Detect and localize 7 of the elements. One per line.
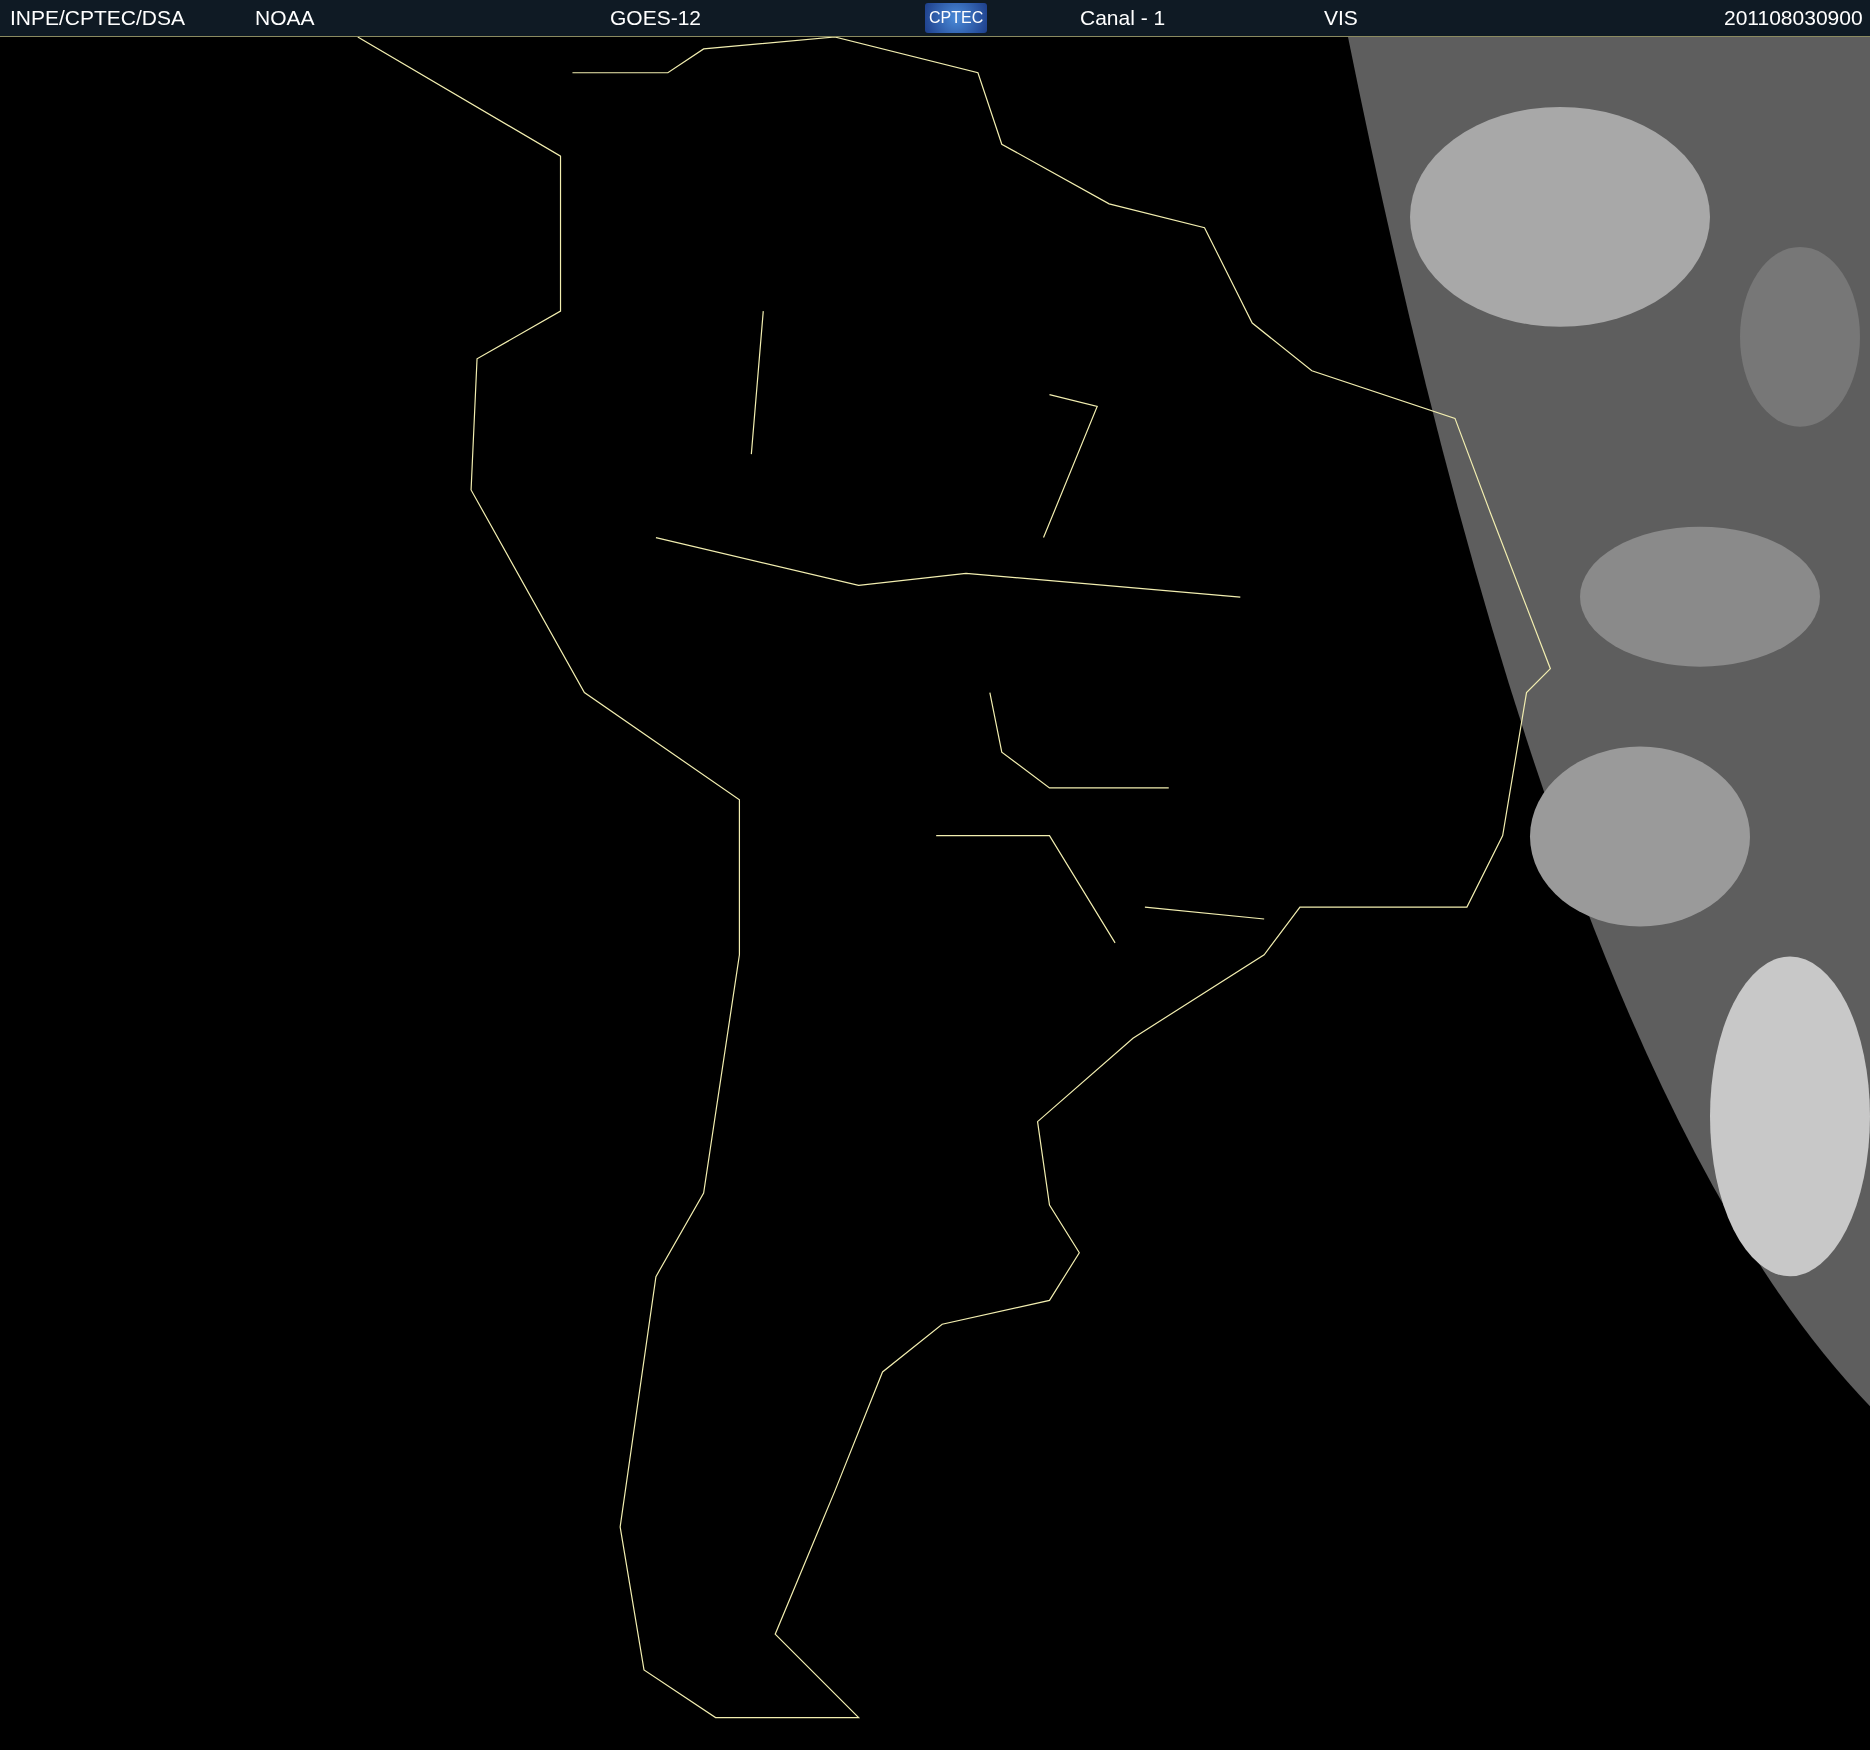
logo: CPTEC: [925, 3, 988, 33]
channel-label: Canal - 1: [1080, 6, 1166, 30]
agency-label: NOAA: [255, 6, 315, 30]
satellite-label: GOES-12: [610, 6, 702, 30]
band-label: VIS: [1324, 6, 1358, 30]
source-label: INPE/CPTEC/DSA: [10, 6, 186, 30]
timestamp: 201108030900: [1724, 6, 1863, 30]
